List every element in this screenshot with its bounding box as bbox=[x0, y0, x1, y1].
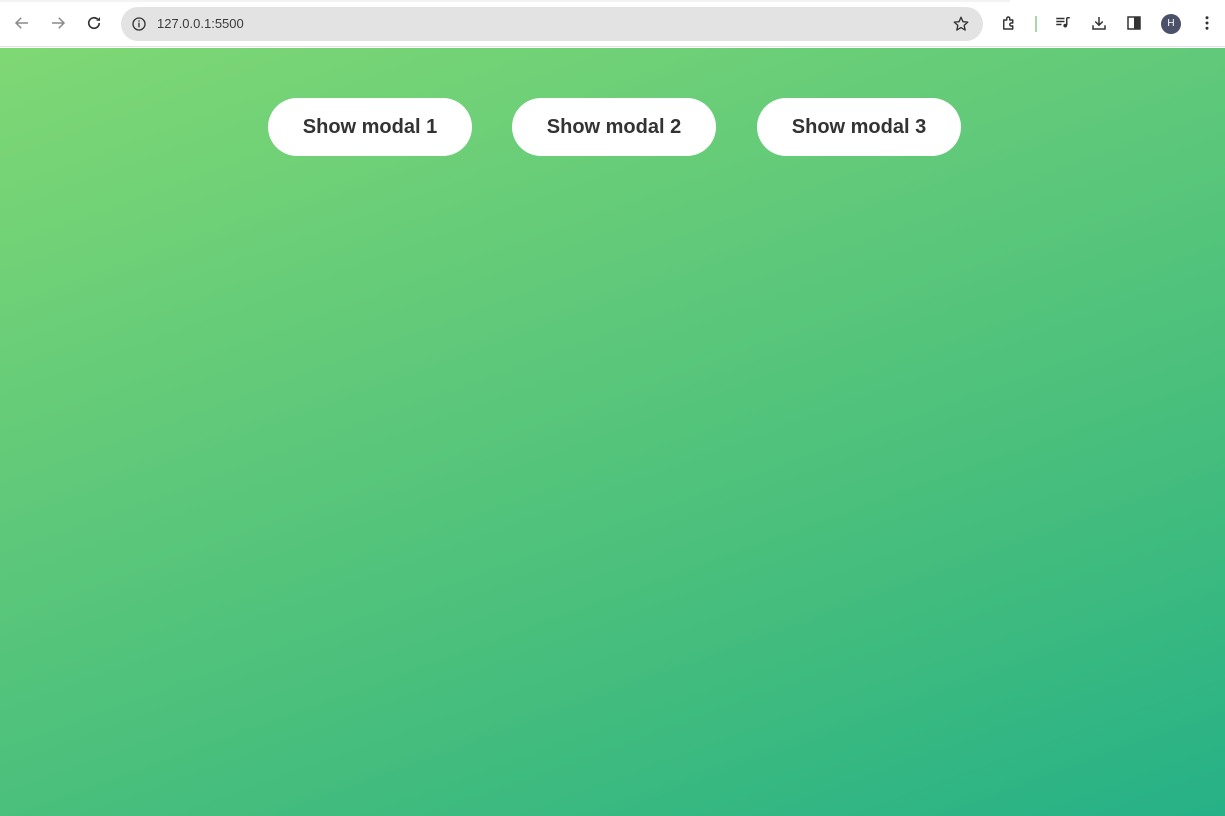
puzzle-icon[interactable] bbox=[996, 10, 1022, 36]
show-modal-1-button[interactable]: Show modal 1 bbox=[268, 98, 472, 156]
kebab-menu-icon[interactable] bbox=[1194, 10, 1220, 36]
side-panel-icon[interactable] bbox=[1121, 10, 1147, 36]
show-modal-2-button[interactable]: Show modal 2 bbox=[512, 98, 716, 156]
info-icon[interactable] bbox=[127, 12, 151, 36]
star-icon[interactable] bbox=[951, 14, 971, 34]
address-bar[interactable]: 127.0.0.1:5500 bbox=[121, 7, 983, 41]
forward-arrow-icon[interactable] bbox=[45, 10, 71, 36]
tab-strip-edge bbox=[0, 0, 1010, 2]
page-viewport: Show modal 1 Show modal 2 Show modal 3 bbox=[0, 48, 1225, 816]
browser-toolbar: 127.0.0.1:5500 H bbox=[0, 0, 1225, 47]
show-modal-3-button[interactable]: Show modal 3 bbox=[757, 98, 961, 156]
reload-icon[interactable] bbox=[81, 10, 107, 36]
back-arrow-icon[interactable] bbox=[9, 10, 35, 36]
url-text[interactable]: 127.0.0.1:5500 bbox=[157, 7, 244, 41]
download-icon[interactable] bbox=[1086, 10, 1112, 36]
toolbar-separator bbox=[1035, 16, 1037, 32]
avatar[interactable]: H bbox=[1161, 14, 1181, 34]
media-queue-icon[interactable] bbox=[1050, 10, 1076, 36]
